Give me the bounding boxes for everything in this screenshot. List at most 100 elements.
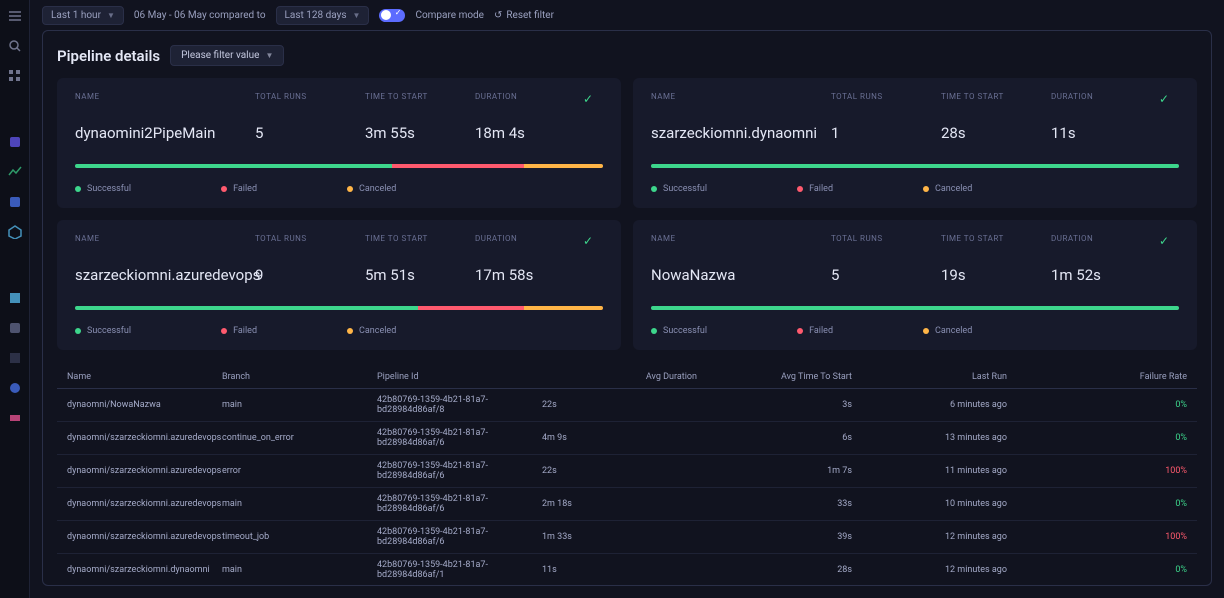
cell-name: dynaomni/szarzeckiomni.azuredevops (67, 433, 222, 443)
table-header: Name Branch Pipeline Id Avg Duration Avg… (57, 366, 1197, 389)
menu-icon[interactable] (7, 8, 23, 24)
card-runs: 9 (255, 266, 365, 284)
legend-canceled: Canceled (347, 326, 396, 336)
reset-filter-button[interactable]: ↺ Reset filter (494, 10, 554, 21)
table-row[interactable]: dynaomni/NowaNazwa main 42b80769-1359-4b… (57, 389, 1197, 422)
card-tts: 5m 51s (365, 266, 475, 284)
compare-range-label: Last 128 days (285, 10, 347, 21)
compare-mode-toggle[interactable] (379, 9, 405, 22)
card-tts: 19s (941, 266, 1051, 284)
cell-name: dynaomni/szarzeckiomni.azuredevops (67, 466, 222, 476)
time-range-select[interactable]: Last 1 hour ▼ (42, 6, 124, 25)
nav-icon-7[interactable] (7, 350, 23, 366)
reset-filter-label: Reset filter (506, 10, 554, 21)
col-last-run[interactable]: Last Run (852, 372, 1007, 382)
nav-icon-4[interactable] (7, 224, 23, 240)
cell-avg-duration: 1m 33s (542, 532, 697, 542)
status-check-icon: ✓ (1159, 92, 1179, 106)
cell-branch: main (222, 499, 377, 509)
topbar: Last 1 hour▼ 06 May - 06 May compared to… (30, 0, 1224, 30)
card-label-tts: TIME TO START (941, 92, 1051, 106)
cell-failure-rate: 0% (1007, 565, 1187, 575)
col-avg-time-to-start[interactable]: Avg Time To Start (697, 372, 852, 382)
pipeline-card[interactable]: NAME TOTAL RUNS TIME TO START DURATION ✓… (57, 220, 621, 350)
cell-failure-rate: 100% (1007, 466, 1187, 476)
cell-name: dynaomni/szarzeckiomni.dynaomni (67, 565, 222, 575)
pipeline-table: Name Branch Pipeline Id Avg Duration Avg… (57, 366, 1197, 586)
apps-icon[interactable] (7, 68, 23, 84)
compare-range-select[interactable]: Last 128 days▼ (276, 6, 370, 25)
legend: Successful Failed Canceled (75, 184, 603, 194)
compare-mode-label: Compare mode (415, 10, 484, 21)
table-row[interactable]: dynaomni/szarzeckiomni.dynaomni main 42b… (57, 554, 1197, 586)
pipeline-card[interactable]: NAME TOTAL RUNS TIME TO START DURATION ✓… (633, 78, 1197, 208)
reset-icon: ↺ (494, 10, 502, 21)
table-row[interactable]: dynaomni/szarzeckiomni.azuredevops main … (57, 488, 1197, 521)
cell-name: dynaomni/szarzeckiomni.azuredevops (67, 532, 222, 542)
nav-icon-9[interactable] (7, 410, 23, 426)
table-row[interactable]: dynaomni/szarzeckiomni.azuredevops conti… (57, 422, 1197, 455)
card-duration: 11s (1051, 124, 1179, 142)
legend-successful: Successful (651, 184, 707, 194)
cell-name: dynaomni/NowaNazwa (67, 400, 222, 410)
status-bar (75, 306, 603, 310)
page-title: Pipeline details (57, 47, 160, 65)
filter-label: Please filter value (181, 50, 259, 61)
filter-value-select[interactable]: Please filter value ▼ (170, 45, 284, 66)
legend-successful: Successful (651, 326, 707, 336)
cell-branch: error (222, 466, 377, 476)
nav-icon-8[interactable] (7, 380, 23, 396)
table-row[interactable]: dynaomni/szarzeckiomni.azuredevops error… (57, 455, 1197, 488)
legend: Successful Failed Canceled (651, 326, 1179, 336)
cell-failure-rate: 0% (1007, 400, 1187, 410)
search-icon[interactable] (7, 38, 23, 54)
card-label-duration: DURATION (1051, 92, 1159, 106)
cell-name: dynaomni/szarzeckiomni.azuredevops (67, 499, 222, 509)
nav-icon-3[interactable] (7, 194, 23, 210)
cell-branch: timeout_job (222, 532, 377, 542)
col-avg-duration[interactable]: Avg Duration (542, 372, 697, 382)
status-bar (651, 306, 1179, 310)
col-pipeline-id[interactable]: Pipeline Id (377, 372, 542, 382)
cell-avg-tts: 33s (697, 499, 852, 509)
cell-pipeline-id: 42b80769-1359-4b21-81a7-bd28984d86af/6 (377, 428, 542, 448)
cell-last-run: 10 minutes ago (852, 499, 1007, 509)
cell-avg-tts: 1m 7s (697, 466, 852, 476)
cell-branch: main (222, 400, 377, 410)
table-row[interactable]: dynaomni/szarzeckiomni.azuredevops timeo… (57, 521, 1197, 554)
card-duration: 1m 52s (1051, 266, 1179, 284)
nav-icon-1[interactable] (7, 134, 23, 150)
legend-canceled: Canceled (347, 184, 396, 194)
card-label-name: NAME (75, 92, 255, 106)
cell-avg-tts: 39s (697, 532, 852, 542)
chevron-down-icon: ▼ (107, 11, 115, 20)
legend-canceled: Canceled (923, 184, 972, 194)
nav-icon-2[interactable] (7, 164, 23, 180)
card-tts: 28s (941, 124, 1051, 142)
pipeline-card[interactable]: NAME TOTAL RUNS TIME TO START DURATION ✓… (633, 220, 1197, 350)
nav-icon-5[interactable] (7, 290, 23, 306)
cell-avg-duration: 4m 9s (542, 433, 697, 443)
status-check-icon: ✓ (1159, 234, 1179, 248)
status-bar (651, 164, 1179, 168)
legend-canceled: Canceled (923, 326, 972, 336)
cell-avg-duration: 22s (542, 466, 697, 476)
card-name: szarzeckiomni.azuredevops (75, 266, 255, 284)
card-name: szarzeckiomni.dynaomni (651, 124, 831, 142)
chevron-down-icon: ▼ (265, 51, 273, 60)
col-branch[interactable]: Branch (222, 372, 377, 382)
nav-icon-6[interactable] (7, 320, 23, 336)
cell-failure-rate: 100% (1007, 532, 1187, 542)
card-name: NowaNazwa (651, 266, 831, 284)
cell-failure-rate: 0% (1007, 433, 1187, 443)
card-label-name: NAME (651, 234, 831, 248)
card-label-runs: TOTAL RUNS (255, 92, 365, 106)
cell-avg-tts: 28s (697, 565, 852, 575)
col-failure-rate[interactable]: Failure Rate (1007, 372, 1187, 382)
card-label-duration: DURATION (1051, 234, 1159, 248)
card-label-tts: TIME TO START (941, 234, 1051, 248)
card-label-duration: DURATION (475, 234, 583, 248)
col-name[interactable]: Name (67, 372, 222, 382)
time-range-label: Last 1 hour (51, 10, 101, 21)
pipeline-card[interactable]: NAME TOTAL RUNS TIME TO START DURATION ✓… (57, 78, 621, 208)
